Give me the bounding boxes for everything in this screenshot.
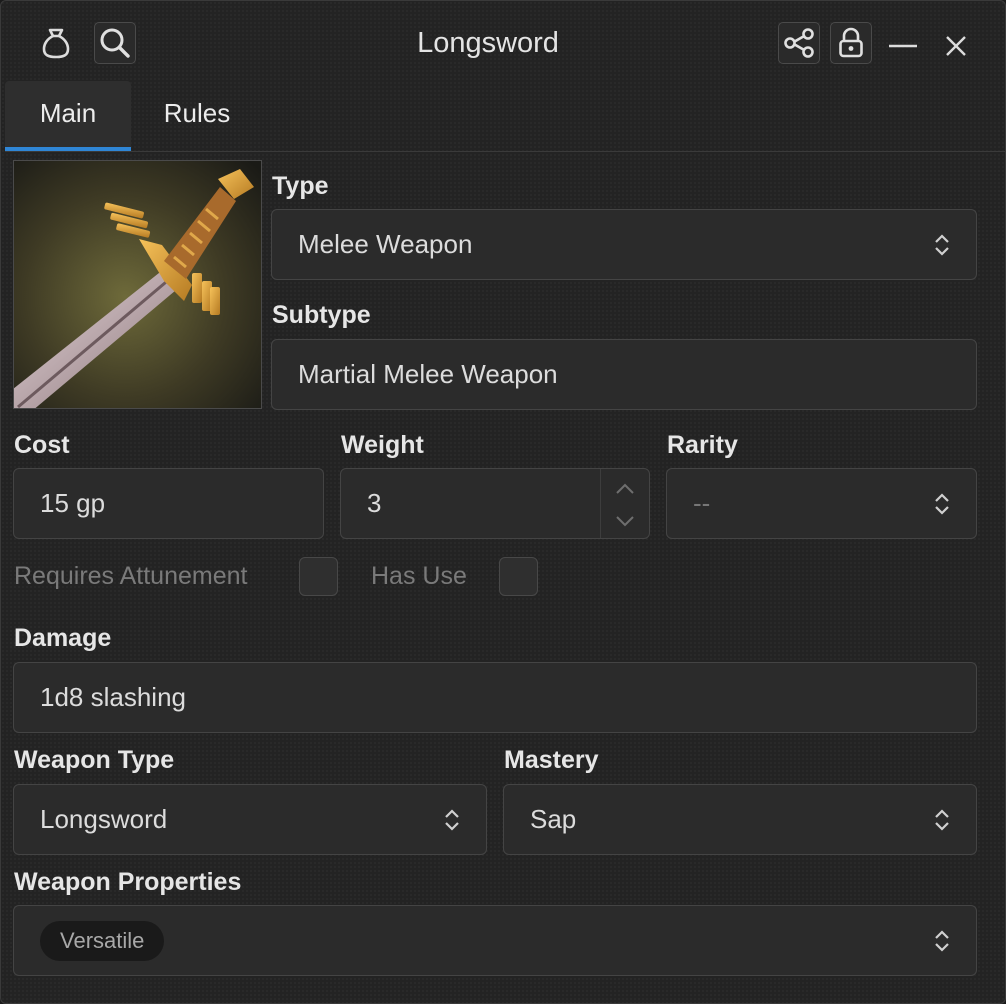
tab-main[interactable]: Main	[5, 81, 131, 151]
chevron-updown-icon	[935, 809, 949, 831]
type-select[interactable]: Melee Weapon	[271, 209, 977, 280]
chevron-down-icon[interactable]	[616, 516, 634, 527]
chevron-updown-icon	[935, 234, 949, 256]
type-label: Type	[272, 172, 329, 200]
weapon-type-value: Longsword	[40, 804, 168, 834]
chevron-up-icon[interactable]	[616, 483, 634, 494]
damage-value: 1d8 slashing	[40, 682, 186, 712]
weapon-type-select[interactable]: Longsword	[13, 784, 487, 855]
title-bar: Longsword	[1, 1, 1005, 81]
mastery-label: Mastery	[504, 746, 599, 774]
weapon-properties-select[interactable]: Versatile	[13, 905, 977, 976]
window-title: Longsword	[417, 27, 559, 59]
weight-input[interactable]: 3	[340, 468, 650, 539]
weapon-properties-label: Weapon Properties	[14, 868, 242, 896]
bag-icon[interactable]	[35, 22, 77, 64]
item-sheet-window: Longsword Main Rules Type Melee Weapon S…	[0, 0, 1006, 1004]
weight-stepper[interactable]	[600, 469, 649, 538]
tab-divider	[5, 151, 1005, 152]
chevron-updown-icon	[935, 930, 949, 952]
tab-rules[interactable]: Rules	[131, 81, 263, 151]
item-image[interactable]	[13, 160, 262, 409]
mastery-value: Sap	[530, 804, 577, 834]
chevron-updown-icon	[935, 493, 949, 515]
weapon-type-label: Weapon Type	[14, 746, 175, 774]
chevron-updown-icon	[445, 809, 459, 831]
has-use-label: Has Use	[371, 562, 467, 590]
rarity-label: Rarity	[667, 431, 738, 459]
subtype-label: Subtype	[272, 301, 371, 329]
rarity-select[interactable]: --	[666, 468, 977, 539]
damage-label: Damage	[14, 624, 112, 652]
minimize-icon[interactable]	[882, 22, 924, 64]
subtype-input[interactable]: Martial Melee Weapon	[271, 339, 977, 410]
cost-input[interactable]: 15 gp	[13, 468, 324, 539]
weight-value: 3	[367, 488, 382, 518]
mastery-select[interactable]: Sap	[503, 784, 977, 855]
requires-attunement-label: Requires Attunement	[14, 562, 248, 590]
property-chip-versatile[interactable]: Versatile	[40, 921, 165, 961]
cost-value: 15 gp	[40, 488, 106, 518]
search-icon[interactable]	[94, 22, 136, 64]
has-use-checkbox[interactable]	[499, 557, 538, 596]
share-icon[interactable]	[778, 22, 820, 64]
requires-attunement-checkbox[interactable]	[299, 557, 338, 596]
longsword-artwork	[14, 161, 261, 408]
type-value: Melee Weapon	[298, 229, 473, 259]
rarity-value: --	[693, 488, 711, 518]
lock-icon[interactable]	[830, 22, 872, 64]
cost-label: Cost	[14, 431, 70, 459]
damage-input[interactable]: 1d8 slashing	[13, 662, 977, 733]
tab-bar: Main Rules	[5, 81, 1005, 151]
weight-label: Weight	[341, 431, 424, 459]
close-icon[interactable]	[934, 22, 976, 64]
subtype-value: Martial Melee Weapon	[298, 359, 558, 389]
